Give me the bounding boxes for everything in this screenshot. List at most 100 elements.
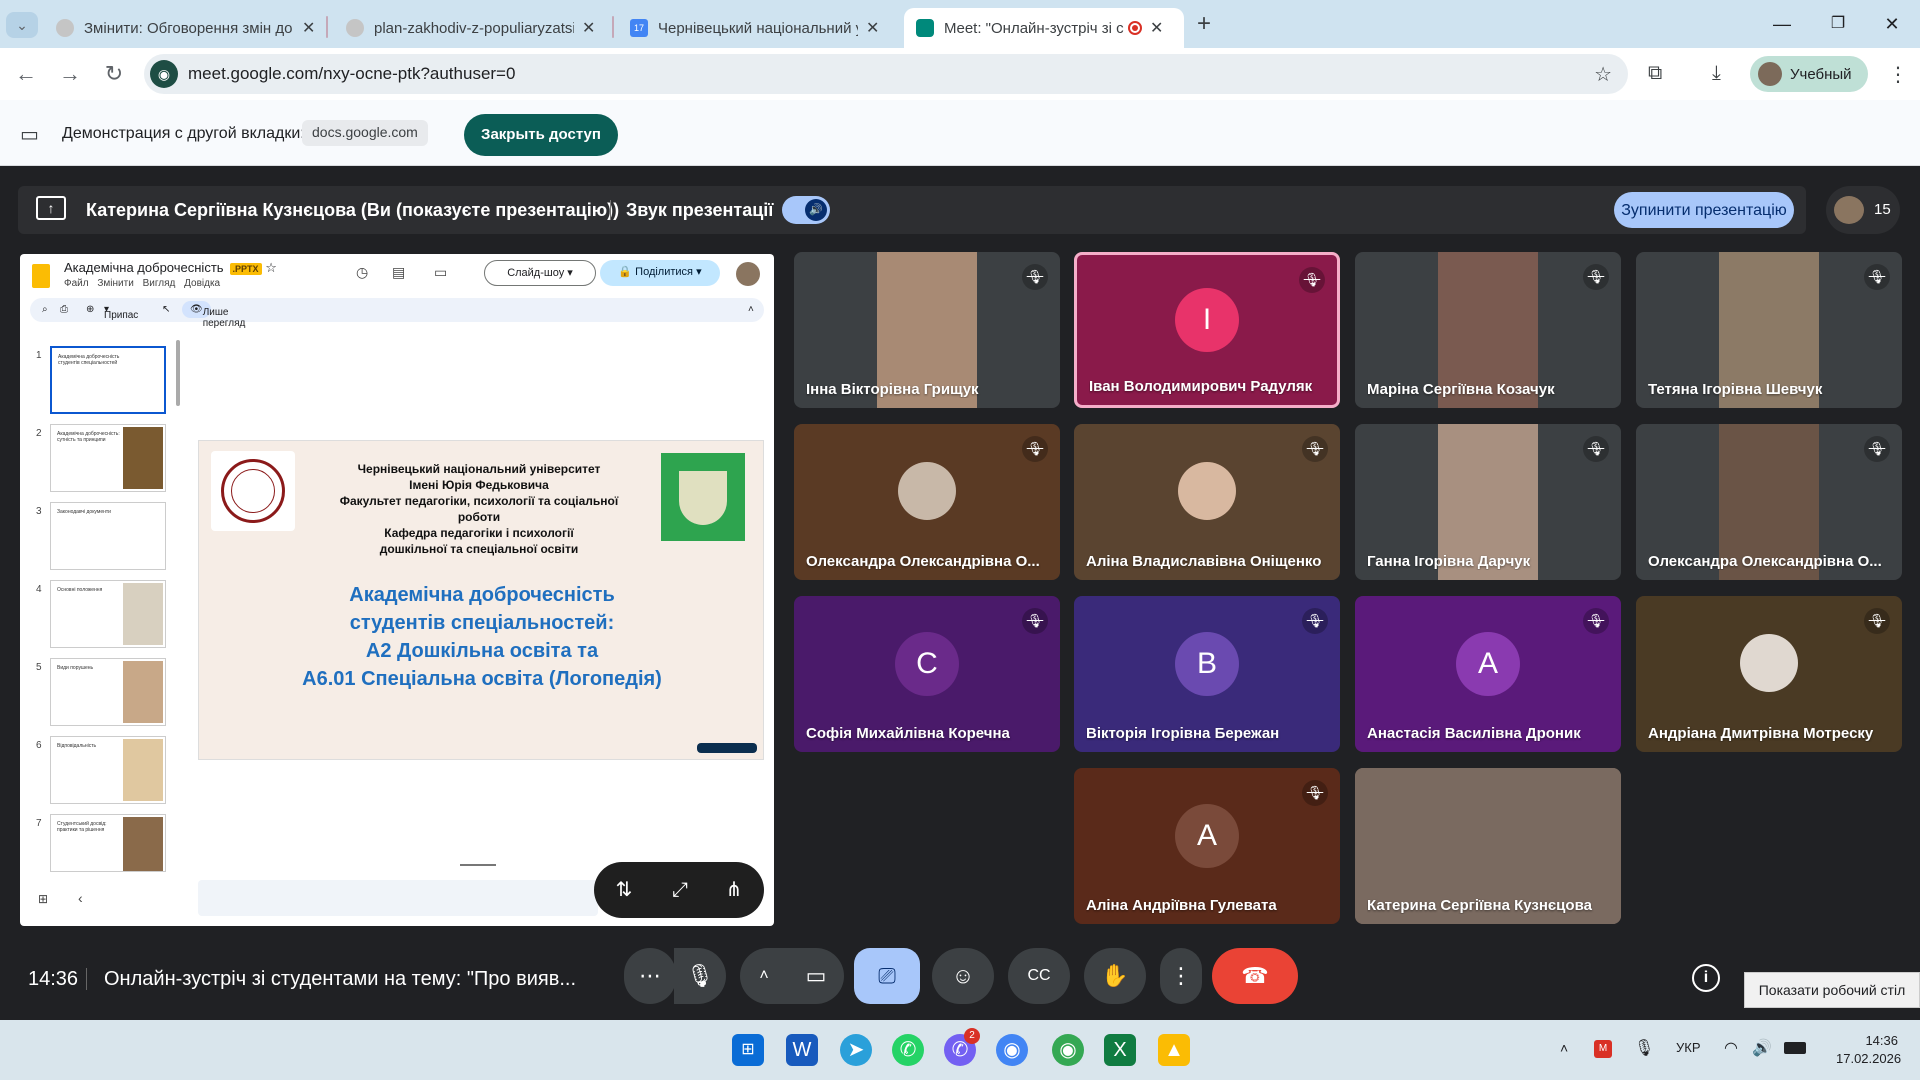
telegram-icon[interactable]: ➤ bbox=[840, 1034, 872, 1066]
chrome-icon[interactable]: ◉ bbox=[996, 1034, 1028, 1066]
chrome-profile-icon[interactable]: ◉ bbox=[1052, 1034, 1084, 1066]
battery-icon[interactable] bbox=[1784, 1042, 1806, 1054]
present-screen-button[interactable]: ⎚ bbox=[854, 948, 920, 1004]
captions-icon[interactable]: CC bbox=[1008, 948, 1070, 1004]
close-icon[interactable]: ✕ bbox=[302, 18, 315, 38]
back-icon[interactable]: ← bbox=[12, 60, 40, 88]
camera-options-chevron-icon[interactable]: ˄ bbox=[740, 948, 788, 1004]
url-text[interactable]: meet.google.com/nxy-ocne-ptk?authuser=0 bbox=[188, 64, 515, 84]
window-close-icon[interactable]: ✕ bbox=[1878, 10, 1906, 38]
bookmark-star-icon[interactable]: ☆ bbox=[1594, 62, 1612, 87]
show-desktop-tooltip: Показати робочий стіл bbox=[1744, 972, 1920, 1008]
title-line: студентів спеціальностей: bbox=[349, 612, 615, 634]
zoom-fit: Припас ▾ bbox=[104, 304, 139, 321]
profile-button[interactable]: Учебный bbox=[1750, 56, 1868, 92]
mic-off-icon: 🎙 bbox=[1864, 264, 1890, 290]
close-access-button[interactable]: Закрыть доступ bbox=[464, 114, 618, 156]
more-options-icon[interactable]: ⋯ bbox=[624, 948, 676, 1004]
new-tab-button[interactable]: + bbox=[1190, 10, 1218, 38]
tab-meet[interactable]: Meet: "Онлайн-зустріч зі с ✕ bbox=[904, 8, 1184, 48]
share-label: Поділитися bbox=[635, 266, 694, 278]
mic-off-icon: 🎙 bbox=[1864, 436, 1890, 462]
participant-tile[interactable]: В 🎙 Вікторія Ігорівна Бережан bbox=[1074, 596, 1340, 752]
language-indicator[interactable]: УКР bbox=[1676, 1040, 1701, 1055]
chevron-left-icon: ‹ bbox=[78, 890, 83, 906]
avatar: С bbox=[895, 632, 959, 696]
whatsapp-icon[interactable]: ✆ bbox=[892, 1034, 924, 1066]
participant-tile[interactable]: А 🎙 Анастасія Василівна Дроник bbox=[1355, 596, 1621, 752]
forward-icon[interactable]: → bbox=[56, 60, 84, 88]
download-icon[interactable]: ⤓ bbox=[1712, 62, 1721, 85]
header-line: дошкільної та спеціальної освіти bbox=[379, 542, 579, 556]
tab-university[interactable]: 17 Чернівецький національний у ✕ bbox=[618, 8, 891, 48]
participants-button[interactable]: 15 bbox=[1826, 186, 1900, 234]
reload-icon[interactable]: ↻ bbox=[100, 60, 128, 88]
participant-tile[interactable]: Катерина Сергіївна Кузнєцова bbox=[1355, 768, 1621, 924]
restore-icon[interactable]: ❐ bbox=[1824, 10, 1852, 38]
taskbar-clock[interactable]: 14:36 17.02.2026 bbox=[1836, 1032, 1901, 1068]
more-vert-icon[interactable]: ⋮ bbox=[1160, 948, 1202, 1004]
wifi-icon[interactable]: ◠ bbox=[1724, 1038, 1738, 1058]
menu-file: Файл bbox=[64, 278, 89, 289]
url-omnibox[interactable]: ◉ meet.google.com/nxy-ocne-ptk?authuser=… bbox=[144, 54, 1628, 94]
fullscreen-icon[interactable]: ⤢ bbox=[662, 872, 698, 908]
grid-view-icon: ⊞ bbox=[38, 892, 49, 906]
share-source-chip: docs.google.com bbox=[302, 120, 428, 146]
mic-tray-icon[interactable]: 🎙 bbox=[1634, 1038, 1654, 1058]
header-line: Кафедра педагогіки і психології bbox=[384, 526, 574, 540]
menu-kebab-icon[interactable]: ⋮ bbox=[1888, 62, 1908, 87]
minimize-icon[interactable]: — bbox=[1768, 10, 1796, 38]
share-icon[interactable]: ⋔ bbox=[716, 872, 752, 908]
participant-tile[interactable]: 🎙 Інна Вікторівна Грищук bbox=[794, 252, 1060, 408]
notes-resize-handle bbox=[460, 864, 496, 866]
start-icon[interactable]: ⊞ bbox=[732, 1034, 764, 1066]
menu-edit: Змінити bbox=[97, 278, 134, 289]
tab-plan[interactable]: plan-zakhodiv-z-populiaryzatsii ✕ bbox=[334, 8, 607, 48]
presenting-bar: ↑ Катерина Сергіївна Кузнєцова (Ви (пока… bbox=[18, 186, 1806, 234]
stop-presenting-button[interactable]: Зупинити презентацію bbox=[1614, 192, 1794, 228]
participant-tile[interactable]: А 🎙 Аліна Андріївна Гулевата bbox=[1074, 768, 1340, 924]
close-icon[interactable]: ✕ bbox=[582, 18, 595, 38]
participant-tile[interactable]: 🎙 Андріана Дмитрівна Мотреску bbox=[1636, 596, 1902, 752]
thumb-image bbox=[123, 427, 163, 489]
drive-icon[interactable]: ▲ bbox=[1158, 1034, 1190, 1066]
close-icon[interactable]: ✕ bbox=[866, 18, 879, 38]
view-only-chip: 👁 Лише перегляд bbox=[182, 301, 245, 329]
tab-edit-discussion[interactable]: Змінити: Обговорення змін до ✕ bbox=[44, 8, 327, 48]
gmail-tray-icon[interactable]: M bbox=[1594, 1040, 1612, 1058]
zoom-icon: ⊕ bbox=[86, 304, 95, 315]
participant-tile[interactable]: 🎙 Олександра Олександрівна О... bbox=[1636, 424, 1902, 580]
word-icon[interactable]: W bbox=[786, 1034, 818, 1066]
participant-tile[interactable]: І 🎙 Іван Володимирович Радуляк bbox=[1074, 252, 1340, 408]
participant-tile[interactable]: 🎙 Ганна Ігорівна Дарчук bbox=[1355, 424, 1621, 580]
excel-icon[interactable]: X bbox=[1104, 1034, 1136, 1066]
participant-tile[interactable]: 🎙 Маріна Сергіївна Козачук bbox=[1355, 252, 1621, 408]
end-call-button[interactable]: ☎ bbox=[1212, 948, 1298, 1004]
tab-search-button[interactable]: ⌄ bbox=[6, 12, 38, 38]
thumb-number: 3 bbox=[36, 506, 42, 517]
faculty-crest bbox=[661, 453, 745, 541]
volume-icon[interactable]: 🔊 bbox=[1752, 1038, 1772, 1058]
close-icon[interactable]: ✕ bbox=[1150, 18, 1163, 38]
meeting-time: 14:36 bbox=[28, 968, 79, 990]
participant-tile[interactable]: С 🎙 Софія Михайлівна Коречна bbox=[794, 596, 1060, 752]
participant-name: Аліна Владиславівна Оніщенко bbox=[1086, 553, 1322, 570]
participant-tile[interactable]: 🎙 Олександра Олександрівна О... bbox=[794, 424, 1060, 580]
raise-hand-icon[interactable]: ✋ bbox=[1084, 948, 1146, 1004]
swap-icon[interactable]: ⇅ bbox=[606, 872, 642, 908]
camera-icon[interactable]: ▭ bbox=[788, 948, 844, 1004]
emoji-icon[interactable]: ☺ bbox=[932, 948, 994, 1004]
windows-taskbar: ⊞ W ➤ ✆ ✆ 2 ◉ ◉ X ▲ ˄ M 🎙 УКР ◠ 🔊 14:36 … bbox=[0, 1020, 1920, 1080]
site-info-icon[interactable]: ◉ bbox=[150, 60, 178, 88]
tray-chevron-icon[interactable]: ˄ bbox=[1560, 1040, 1568, 1056]
extensions-icon[interactable]: ⧉ bbox=[1648, 62, 1662, 85]
thumb-number: 4 bbox=[36, 584, 42, 595]
browser-tab-bar: ⌄ Змінити: Обговорення змін до ✕ plan-za… bbox=[0, 0, 1920, 48]
presentation-sound-toggle[interactable]: 🔊 bbox=[782, 196, 830, 224]
participant-name: Ганна Ігорівна Дарчук bbox=[1367, 553, 1531, 570]
participant-tile[interactable]: 🎙 Аліна Владиславівна Оніщенко bbox=[1074, 424, 1340, 580]
meeting-info-icon[interactable]: i bbox=[1692, 964, 1720, 992]
microphone-icon[interactable]: 🎙 bbox=[674, 948, 726, 1004]
participant-tile[interactable]: 🎙 Тетяна Ігорівна Шевчук bbox=[1636, 252, 1902, 408]
avatar: В bbox=[1175, 632, 1239, 696]
